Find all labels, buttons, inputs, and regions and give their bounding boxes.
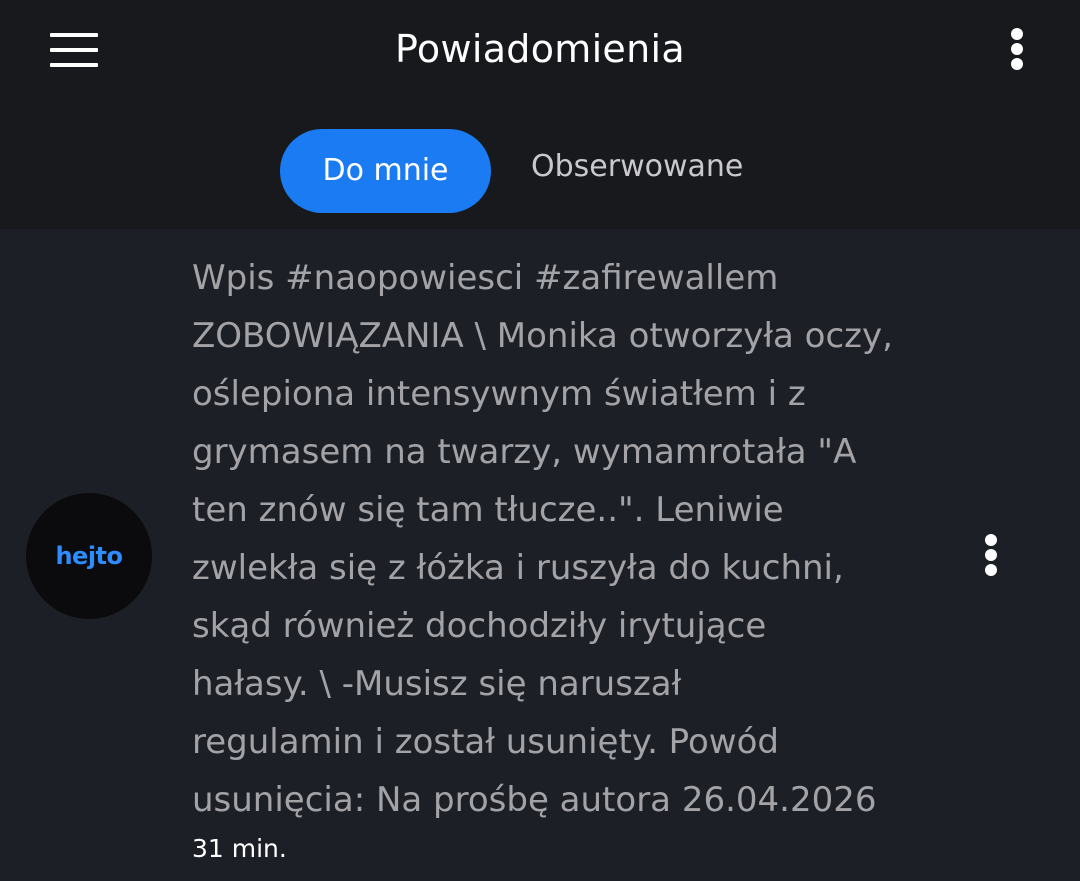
notification-more-icon[interactable] [984,534,998,580]
notification-text: Wpis #naopowiesci #zafirewallem ZOBOWIĄZ… [192,258,893,820]
app-bar: Powiadomienia Do mnie Obserwowane [0,0,1080,229]
notification-item[interactable]: hejto Wpis #naopowiesci #zafirewallem ZO… [0,229,1080,881]
notification-time: 31 min. [192,834,287,863]
tab-do-mnie[interactable]: Do mnie [280,129,491,213]
tab-obserwowane[interactable]: Obserwowane [531,129,743,213]
hejto-logo: hejto [55,542,123,570]
more-options-icon[interactable] [1010,28,1024,74]
page-title: Powiadomienia [395,27,685,71]
avatar: hejto [26,493,152,619]
